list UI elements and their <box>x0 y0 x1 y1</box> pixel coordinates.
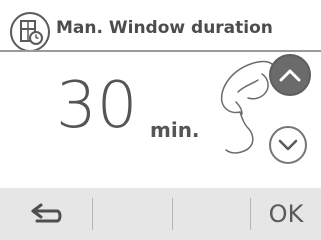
chevron-down-icon <box>278 139 298 151</box>
window-timer-icon <box>10 12 50 52</box>
ok-button[interactable]: OK <box>258 194 314 234</box>
footer-separator <box>172 198 173 230</box>
footer-separator <box>250 198 251 230</box>
footer-bar: OK <box>0 188 321 240</box>
footer-separator <box>92 198 93 230</box>
decrease-button[interactable] <box>269 126 307 164</box>
back-button[interactable] <box>20 196 72 232</box>
page-title: Man. Window duration <box>56 18 273 38</box>
duration-unit: min. <box>150 118 200 142</box>
increase-button[interactable] <box>269 54 311 96</box>
screen: Man. Window duration 30 min. OK <box>0 0 321 240</box>
back-arrow-icon <box>31 203 62 223</box>
chevron-up-icon <box>279 69 301 82</box>
duration-value: 30 <box>56 69 138 143</box>
